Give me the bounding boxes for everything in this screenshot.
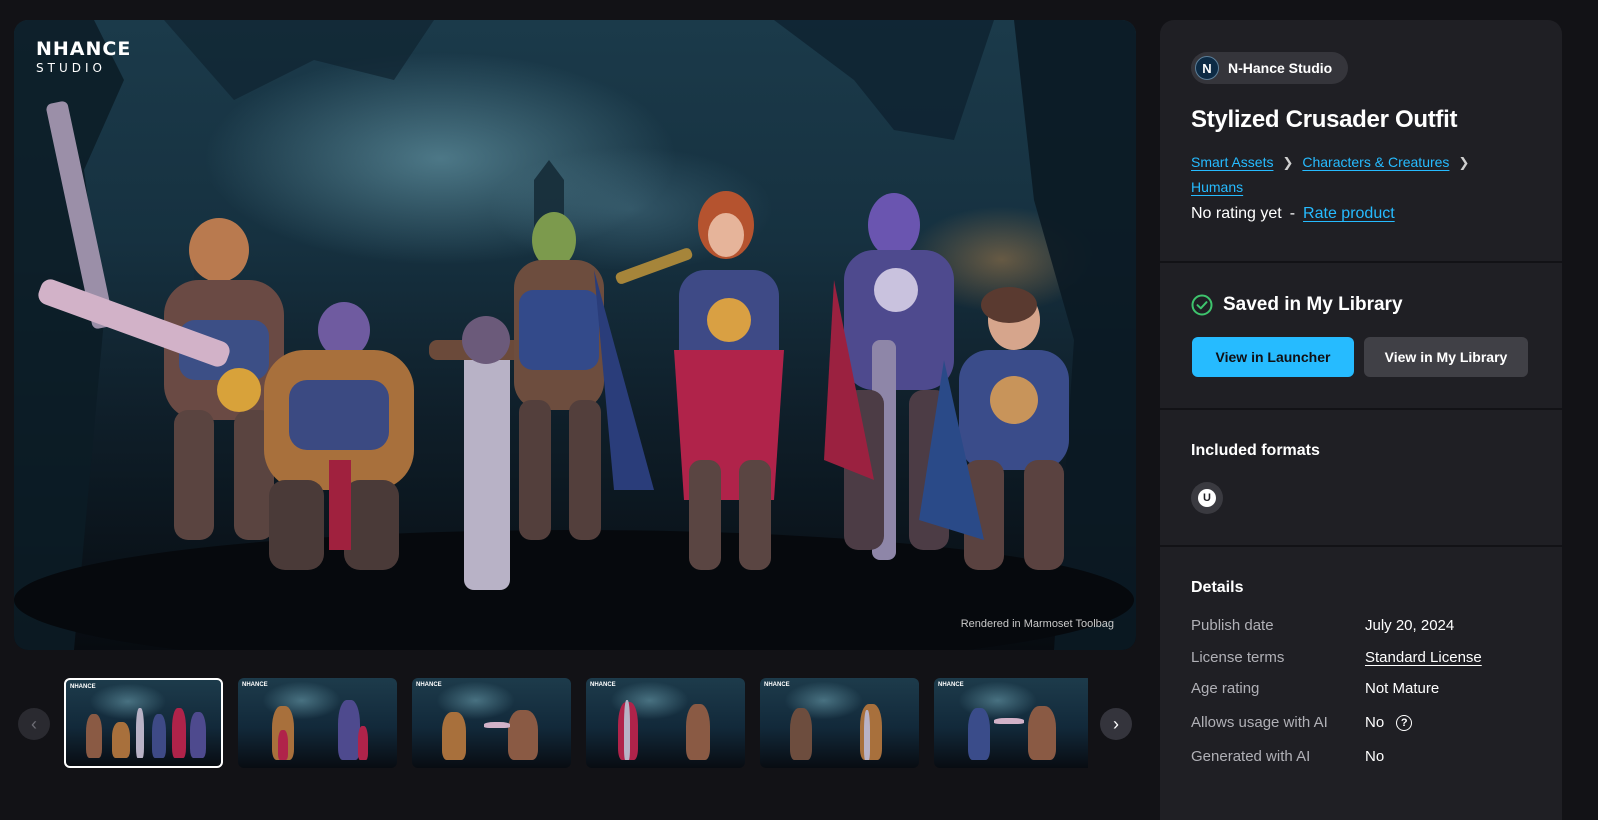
check-circle-icon xyxy=(1191,294,1213,316)
rating-row: No rating yet - Rate product xyxy=(1191,205,1395,223)
formats-section: Included formats U xyxy=(1160,410,1562,547)
seller-name: N-Hance Studio xyxy=(1228,60,1333,76)
rating-separator: - xyxy=(1289,205,1296,222)
chevron-left-icon: ‹ xyxy=(31,713,37,734)
carousel-next-button[interactable]: › xyxy=(1100,708,1132,740)
details-section: Details Publish date July 20, 2024 Licen… xyxy=(1160,547,1562,817)
detail-label: Age rating xyxy=(1191,680,1260,697)
detail-value: No xyxy=(1365,714,1385,731)
formats-title: Included formats xyxy=(1191,442,1320,459)
thumbnail-logo: NHANCE xyxy=(242,682,268,688)
product-info-panel: N N-Hance Studio Stylized Crusader Outfi… xyxy=(1160,20,1562,820)
chevron-right-icon: ❯ xyxy=(1282,155,1294,170)
detail-value: No xyxy=(1365,748,1385,765)
thumbnail-3[interactable]: NHANCE xyxy=(412,678,571,768)
thumbnail-6[interactable]: NHANCE xyxy=(934,678,1088,768)
carousel-prev-button[interactable]: ‹ xyxy=(18,708,50,740)
details-title: Details xyxy=(1191,579,1244,596)
thumbnail-1[interactable]: NHANCE xyxy=(64,678,223,768)
studio-logo-line1: NHANCE xyxy=(36,38,132,60)
standard-license-link[interactable]: Standard License xyxy=(1365,647,1482,669)
detail-label: Allows usage with AI xyxy=(1191,714,1328,731)
detail-label: Generated with AI xyxy=(1191,748,1311,765)
view-in-my-library-button[interactable]: View in My Library xyxy=(1364,337,1528,377)
detail-label: Publish date xyxy=(1191,617,1274,634)
thumbnail-logo: NHANCE xyxy=(590,682,616,688)
detail-row-publish-date: Publish date July 20, 2024 xyxy=(1191,615,1531,637)
library-section: Saved in My Library View in Launcher Vie… xyxy=(1160,263,1562,410)
unreal-engine-glyph: U xyxy=(1198,489,1216,507)
chevron-right-icon: › xyxy=(1113,713,1119,734)
breadcrumb-smart-assets[interactable]: Smart Assets xyxy=(1191,154,1273,170)
unreal-engine-icon[interactable]: U xyxy=(1191,482,1223,514)
breadcrumb: Smart Assets ❯ Characters & Creatures ❯ Hum… xyxy=(1191,150,1531,199)
detail-row-allows-ai: Allows usage with AI No ? xyxy=(1191,712,1531,734)
seller-avatar: N xyxy=(1195,56,1219,80)
saved-status: Saved in My Library xyxy=(1191,294,1403,316)
render-credit: Rendered in Marmoset Toolbag xyxy=(960,618,1114,630)
detail-value-with-help: No ? xyxy=(1365,712,1413,734)
product-header-section: N N-Hance Studio Stylized Crusader Outfi… xyxy=(1160,20,1562,263)
saved-status-text: Saved in My Library xyxy=(1223,294,1403,315)
thumbnail-logo: NHANCE xyxy=(70,684,96,690)
detail-value: Not Mature xyxy=(1365,680,1440,697)
rating-status: No rating yet xyxy=(1191,205,1282,222)
hero-scene-illustration xyxy=(14,20,1136,650)
thumbnail-logo: NHANCE xyxy=(938,682,964,688)
detail-value: July 20, 2024 xyxy=(1365,617,1455,634)
product-hero-image[interactable]: NHANCE STUDIO Rendered in Marmoset Toolb… xyxy=(14,20,1136,650)
detail-row-license-terms: License terms Standard License xyxy=(1191,647,1531,669)
studio-logo: NHANCE STUDIO xyxy=(36,38,132,75)
thumbnail-logo: NHANCE xyxy=(416,682,442,688)
help-icon[interactable]: ? xyxy=(1396,715,1413,731)
detail-row-generated-ai: Generated with AI No xyxy=(1191,746,1531,768)
thumbnail-strip: NHANCE NHANCE NHANCE NHANCE NHANCE NHANC… xyxy=(64,678,1088,772)
thumbnail-5[interactable]: NHANCE xyxy=(760,678,919,768)
rate-product-link[interactable]: Rate product xyxy=(1303,205,1395,222)
seller-chip[interactable]: N N-Hance Studio xyxy=(1191,52,1349,84)
thumbnail-2[interactable]: NHANCE xyxy=(238,678,397,768)
detail-row-age-rating: Age rating Not Mature xyxy=(1191,678,1531,700)
studio-logo-line2: STUDIO xyxy=(36,61,106,75)
detail-label: License terms xyxy=(1191,649,1285,666)
chevron-right-icon: ❯ xyxy=(1458,155,1470,170)
breadcrumb-characters-creatures[interactable]: Characters & Creatures xyxy=(1302,154,1449,170)
view-in-launcher-button[interactable]: View in Launcher xyxy=(1192,337,1354,377)
product-title: Stylized Crusader Outfit xyxy=(1191,106,1458,133)
thumbnail-4[interactable]: NHANCE xyxy=(586,678,745,768)
thumbnail-logo: NHANCE xyxy=(764,682,790,688)
breadcrumb-humans[interactable]: Humans xyxy=(1191,179,1243,195)
